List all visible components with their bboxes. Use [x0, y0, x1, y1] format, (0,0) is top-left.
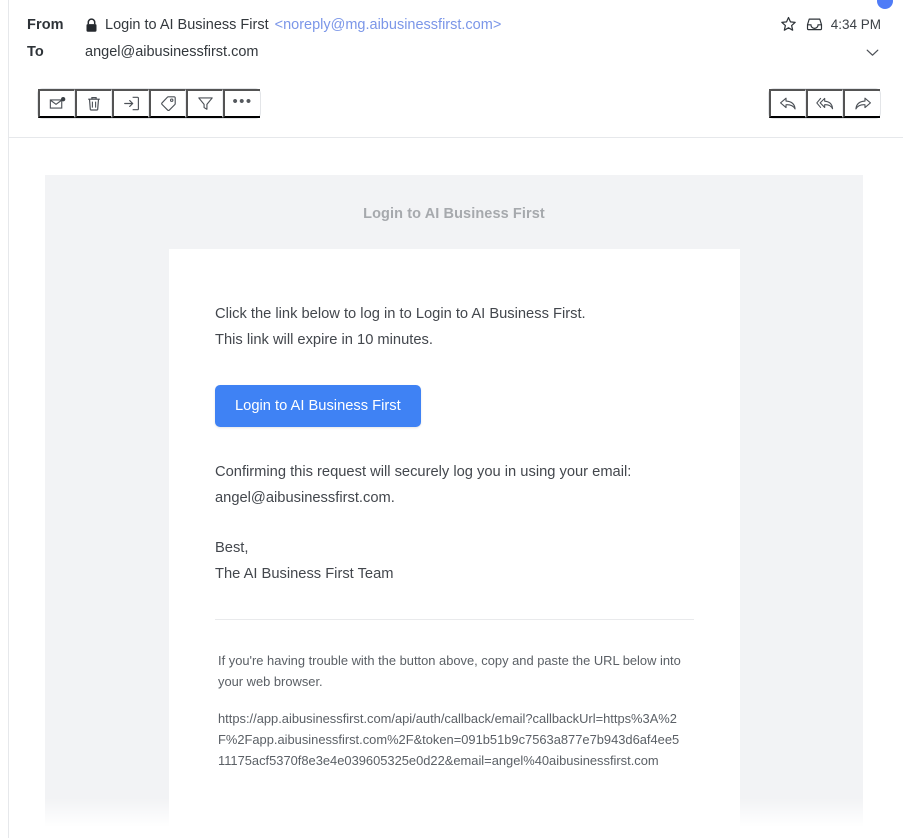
email-time: 4:34 PM	[830, 17, 881, 32]
login-cta-button[interactable]: Login to AI Business First	[215, 385, 421, 427]
from-row: From Login to AI Business First <noreply…	[27, 17, 501, 33]
reply-actions-toolbar	[768, 88, 881, 119]
footer-fallback-url[interactable]: https://app.aibusinessfirst.com/api/auth…	[215, 708, 685, 771]
sign-off-line-2: The AI Business First Team	[215, 565, 394, 582]
confirm-line-2: angel@aibusinessfirst.com.	[215, 489, 395, 506]
email-content-card: Click the link below to log in to Login …	[169, 249, 740, 838]
email-footer: If you're having trouble with the button…	[215, 620, 694, 771]
to-row: To angel@aibusinessfirst.com	[27, 44, 259, 60]
confirm-line-1: Confirming this request will securely lo…	[215, 464, 632, 480]
archive-inbox-icon[interactable]	[806, 16, 823, 33]
confirm-paragraph: Confirming this request will securely lo…	[215, 460, 694, 511]
header-actions: 4:34 PM	[780, 16, 881, 33]
filter-button[interactable]	[186, 89, 223, 118]
footer-note: If you're having trouble with the button…	[218, 653, 681, 689]
mark-unread-button[interactable]	[38, 89, 75, 118]
more-options-button[interactable]: •••	[223, 89, 260, 118]
label-button[interactable]	[149, 89, 186, 118]
message-actions-toolbar: •••	[37, 88, 261, 119]
sender-email[interactable]: <noreply@mg.aibusinessfirst.com>	[275, 17, 502, 33]
sender-name: Login to AI Business First	[105, 17, 269, 33]
email-viewer: From Login to AI Business First <noreply…	[0, 0, 903, 838]
intro-line-1: Click the link below to log in to Login …	[215, 306, 586, 322]
intro-paragraph: Click the link below to log in to Login …	[215, 302, 694, 353]
star-icon[interactable]	[780, 16, 797, 33]
intro-line-2: This link will expire in 10 minutes.	[215, 331, 433, 348]
from-label: From	[27, 17, 64, 33]
email-banner-title: Login to AI Business First	[363, 206, 545, 222]
signature-block: Best, The AI Business First Team	[215, 536, 694, 587]
unread-dot-badge	[877, 0, 893, 9]
recipient-address: angel@aibusinessfirst.com	[85, 44, 259, 60]
to-label: To	[27, 44, 44, 60]
chevron-down-icon[interactable]	[864, 44, 881, 61]
sign-off-line-1: Best,	[215, 540, 249, 556]
delete-button[interactable]	[75, 89, 112, 118]
lock-icon	[85, 17, 98, 33]
email-body-scroll-area[interactable]: Login to AI Business First Click the lin…	[9, 139, 903, 838]
email-template-outer: Login to AI Business First Click the lin…	[45, 175, 863, 838]
reply-all-button[interactable]	[806, 89, 843, 118]
ellipsis-icon: •••	[232, 93, 253, 110]
forward-button[interactable]	[843, 89, 880, 118]
email-header: From Login to AI Business First <noreply…	[9, 0, 903, 138]
left-rail-divider	[0, 0, 9, 838]
archive-button[interactable]	[112, 89, 149, 118]
reply-button[interactable]	[769, 89, 806, 118]
